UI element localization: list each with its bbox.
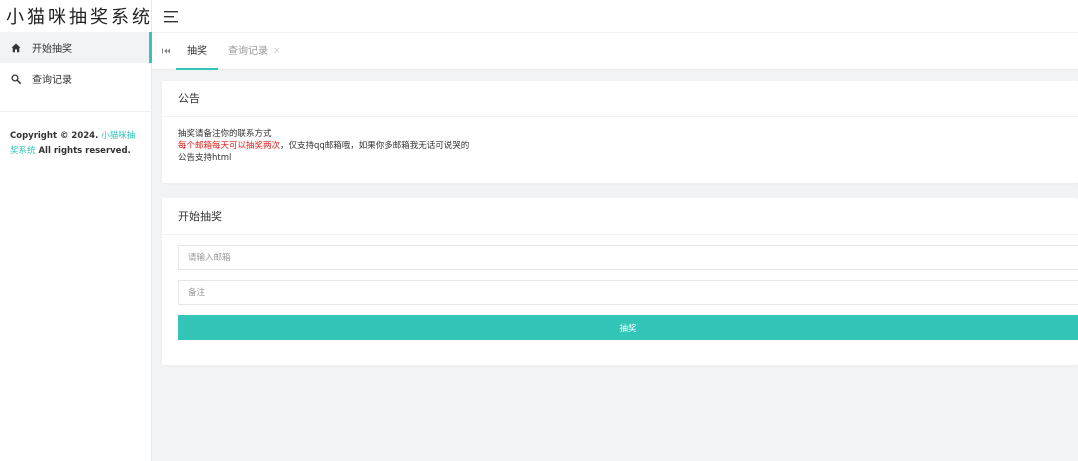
notice-body: 抽奖请备注你的联系方式 每个邮箱每天可以抽奖两次，仅支持qq邮箱哦，如果你多邮箱…: [162, 117, 1078, 175]
copyright-text: Copyright © 2024. 小猫咪抽奖系统 All rights res…: [0, 112, 151, 159]
notice-card: 公告 抽奖请备注你的联系方式 每个邮箱每天可以抽奖两次，仅支持qq邮箱哦，如果你…: [162, 81, 1078, 183]
draw-form: 抽奖: [162, 235, 1078, 340]
note-input[interactable]: [178, 280, 1078, 305]
menu-toggle-icon[interactable]: [164, 10, 180, 24]
sidebar-nav: 开始抽奖 查询记录: [0, 32, 152, 94]
draw-card: 开始抽奖 抽奖: [162, 198, 1078, 365]
email-input[interactable]: [178, 245, 1078, 270]
search-icon: [10, 73, 22, 85]
sidebar-item-start-draw[interactable]: 开始抽奖: [0, 32, 152, 63]
sidebar-item-label: 查询记录: [32, 75, 72, 86]
tab-strip: 抽奖 查询记录 ×: [152, 32, 1078, 70]
notice-title: 公告: [162, 81, 1078, 117]
top-bar: [152, 0, 1078, 32]
draw-title: 开始抽奖: [162, 198, 1078, 235]
tab-query-records[interactable]: 查询记录: [224, 33, 272, 70]
notice-line-html: 公告支持html: [178, 153, 232, 163]
sidebar-item-label: 开始抽奖: [32, 44, 72, 55]
tab-close-icon[interactable]: ×: [273, 33, 281, 70]
copyright-prefix: Copyright © 2024.: [10, 131, 102, 141]
notice-limit-rest: ，仅支持qq邮箱哦，如果你多邮箱我无话可说哭的: [280, 141, 470, 151]
tab-draw[interactable]: 抽奖: [176, 33, 218, 70]
notice-line-contact: 抽奖请备注你的联系方式: [178, 129, 272, 139]
app-title: 小猫咪抽奖系统: [6, 7, 151, 28]
draw-button[interactable]: 抽奖: [178, 315, 1078, 340]
tab-scroll-first-icon[interactable]: [160, 45, 172, 57]
sidebar: 小猫咪抽奖系统 开始抽奖 查询记录 Copyright © 2024. 小猫咪抽…: [0, 0, 152, 461]
notice-limit-highlight: 每个邮箱每天可以抽奖两次: [178, 141, 281, 151]
sidebar-item-query-records[interactable]: 查询记录: [0, 63, 151, 94]
notice-line-limit: 每个邮箱每天可以抽奖两次，仅支持qq邮箱哦，如果你多邮箱我无话可说哭的: [178, 140, 1062, 152]
copyright-suffix: All rights reserved.: [35, 146, 131, 156]
home-icon: [10, 42, 22, 54]
